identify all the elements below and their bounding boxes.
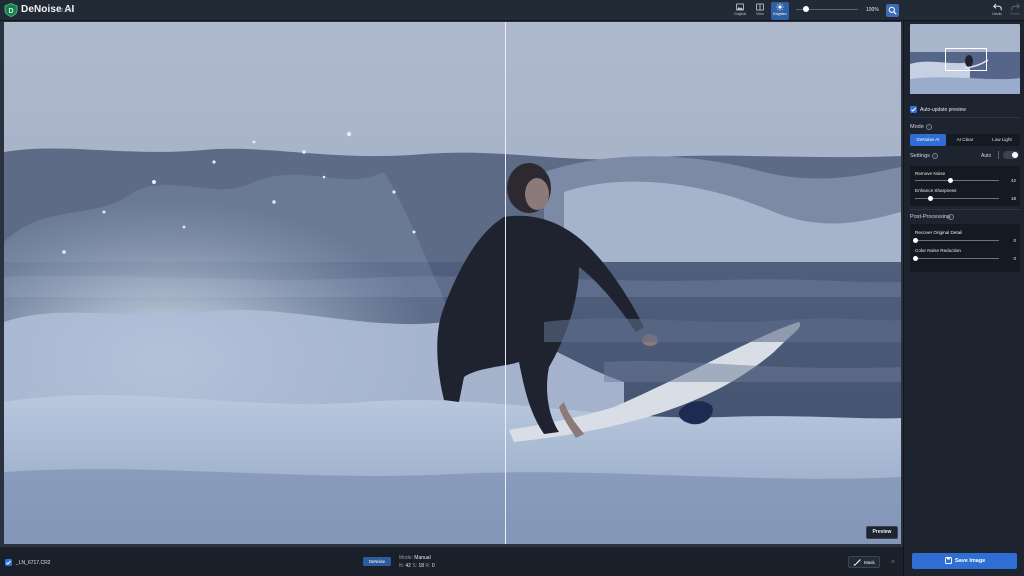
navigator-thumbnail[interactable] [910, 24, 1020, 94]
post-processing-slider-group: Recover Original Detail 0 Color Noise Re… [910, 224, 1020, 272]
close-icon[interactable]: × [891, 559, 895, 566]
divider [910, 117, 1020, 118]
auto-update-label: Auto-update preview [920, 107, 966, 113]
color-noise-thumb[interactable] [912, 256, 918, 261]
zoom-button[interactable] [886, 4, 899, 17]
redo-button[interactable]: Redo [1006, 2, 1024, 20]
brighten-icon [776, 3, 784, 11]
image-canvas[interactable]: Preview [0, 21, 903, 546]
color-noise-label: Color Noise Reduction [915, 248, 961, 253]
surf-photo [4, 22, 901, 544]
view-split-button[interactable]: View [751, 2, 769, 20]
image-icon [736, 3, 744, 11]
save-image-button[interactable]: Save Image [912, 553, 1017, 569]
auto-toggle[interactable] [1003, 151, 1019, 159]
post-processing-label: Post-Processing [910, 214, 951, 220]
recover-detail-track[interactable] [915, 240, 999, 241]
redo-icon [1010, 3, 1020, 11]
mode-denoise-ai[interactable]: DeNoise AI [910, 134, 946, 146]
remove-noise-thumb[interactable] [947, 178, 953, 183]
zoom-value: 100% [866, 7, 879, 13]
mask-button[interactable]: Mask [848, 556, 880, 568]
brush-icon [853, 559, 861, 566]
mode-readout: Mode: Manual [399, 555, 431, 561]
model-badge: DeNoise [363, 557, 391, 566]
top-bar: D DeNoise AI v2.3.3 Original View Bright… [0, 0, 1024, 21]
color-noise-value: 0 [1013, 256, 1016, 261]
checkmark-icon [6, 560, 11, 565]
file-checkbox[interactable] [5, 559, 12, 566]
magnifier-icon [888, 6, 897, 15]
remove-noise-track[interactable] [915, 180, 999, 181]
checkmark-icon [911, 107, 916, 112]
view-original-button[interactable]: Original [731, 2, 749, 20]
svg-text:D: D [8, 8, 13, 15]
info-icon[interactable]: i [948, 214, 954, 220]
auto-label: Auto [981, 153, 992, 159]
enhance-sharpness-value: 18 [1010, 196, 1016, 201]
enhance-sharpness-thumb[interactable] [927, 196, 933, 201]
file-name: _LN_6717.CR2 [16, 560, 51, 566]
view-brighten-button[interactable]: Brighten [771, 2, 789, 20]
split-divider[interactable] [505, 22, 506, 544]
right-panel: Auto-update preview Mode i DeNoise AI AI… [903, 21, 1024, 576]
undo-button[interactable]: Undo [988, 2, 1006, 20]
app-logo-icon: D [4, 3, 18, 17]
settings-slider-group: Remove Noise 42 Enhance Sharpness 18 [910, 166, 1020, 206]
toggle-separator [998, 151, 999, 159]
recover-detail-value: 0 [1013, 238, 1016, 243]
info-icon[interactable]: i [932, 153, 938, 159]
app-version: v2.3.3 [58, 8, 72, 14]
settings-section-label: Settings [910, 153, 930, 159]
settings-readout: N: 42 S: 18 R: 0 [399, 563, 435, 569]
zoom-slider-thumb[interactable] [803, 6, 809, 12]
split-view-icon [756, 3, 764, 11]
mode-section-label: Mode [910, 124, 924, 130]
auto-update-checkbox[interactable] [910, 106, 917, 113]
remove-noise-value: 42 [1010, 178, 1016, 183]
undo-icon [992, 3, 1002, 11]
remove-noise-label: Remove Noise [915, 171, 946, 176]
save-icon [945, 557, 952, 564]
divider [910, 209, 1020, 210]
recover-detail-label: Recover Original Detail [915, 230, 963, 235]
mode-low-light[interactable]: Low Light [984, 134, 1020, 146]
recover-detail-thumb[interactable] [912, 238, 918, 243]
preview-button[interactable]: Preview [866, 526, 898, 539]
mode-selector: DeNoise AI AI Clear Low Light [910, 134, 1020, 146]
mode-ai-clear[interactable]: AI Clear [947, 134, 983, 146]
enhance-sharpness-label: Enhance Sharpness [915, 188, 957, 193]
bottom-bar: _LN_6717.CR2 DeNoise Mode: Manual N: 42 … [0, 546, 903, 576]
info-icon[interactable]: i [926, 124, 932, 130]
navigator-viewport[interactable] [945, 48, 987, 71]
color-noise-track[interactable] [915, 258, 999, 259]
toggle-knob [1012, 152, 1018, 158]
